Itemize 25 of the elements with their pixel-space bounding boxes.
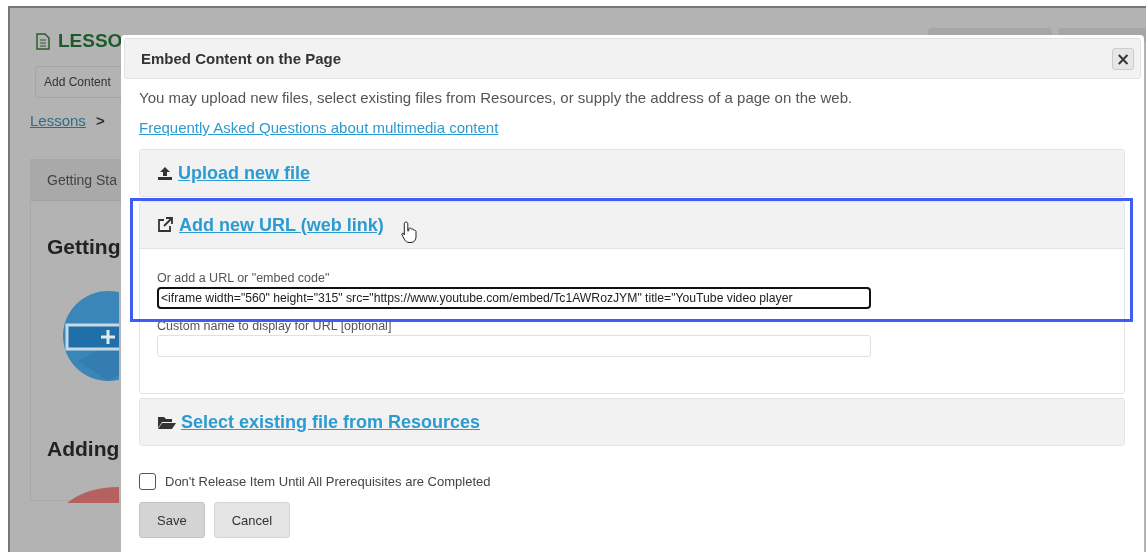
hand-cursor-icon [400, 220, 419, 244]
section-heading: Adding [47, 437, 121, 461]
faq-link[interactable]: Frequently Asked Questions about multimedia content [139, 119, 499, 136]
save-button[interactable]: Save [139, 502, 205, 538]
url-input-field[interactable]: <iframe width="560" height="315" src="https://www.youtube.com/embed/Tc1AWRozJYM" title="YouTube video player [157, 287, 871, 309]
checkbox-label: Don't Release Item Until All Prerequisites are Completed [165, 474, 491, 489]
section-heading: Getting [47, 235, 122, 259]
external-link-icon [157, 217, 174, 233]
close-button[interactable]: × [1112, 47, 1134, 70]
name-input-field[interactable] [157, 335, 871, 357]
section-link[interactable]: Upload new file [178, 162, 310, 184]
illustration-drawing [67, 487, 119, 503]
breadcrumb-separator: > [95, 112, 105, 129]
checkbox[interactable] [139, 473, 156, 490]
document-icon [36, 32, 50, 50]
cancel-button[interactable]: Cancel [213, 502, 291, 538]
intro-text: You may upload new files, select existing files from Resources, or supply the address of a page on the web. [139, 89, 854, 106]
section-link[interactable]: Select existing file from Resources [181, 411, 481, 433]
upload-icon [157, 165, 173, 181]
page-title: LESSO [58, 30, 123, 52]
folder-icon [157, 414, 176, 430]
field-label: Or add a URL or "embed code" [157, 271, 331, 285]
section-link[interactable]: Add new URL (web link) [179, 214, 384, 236]
breadcrumb-link[interactable]: Lessons [30, 112, 86, 129]
dialog-title: Embed Content on the Page [141, 50, 341, 67]
